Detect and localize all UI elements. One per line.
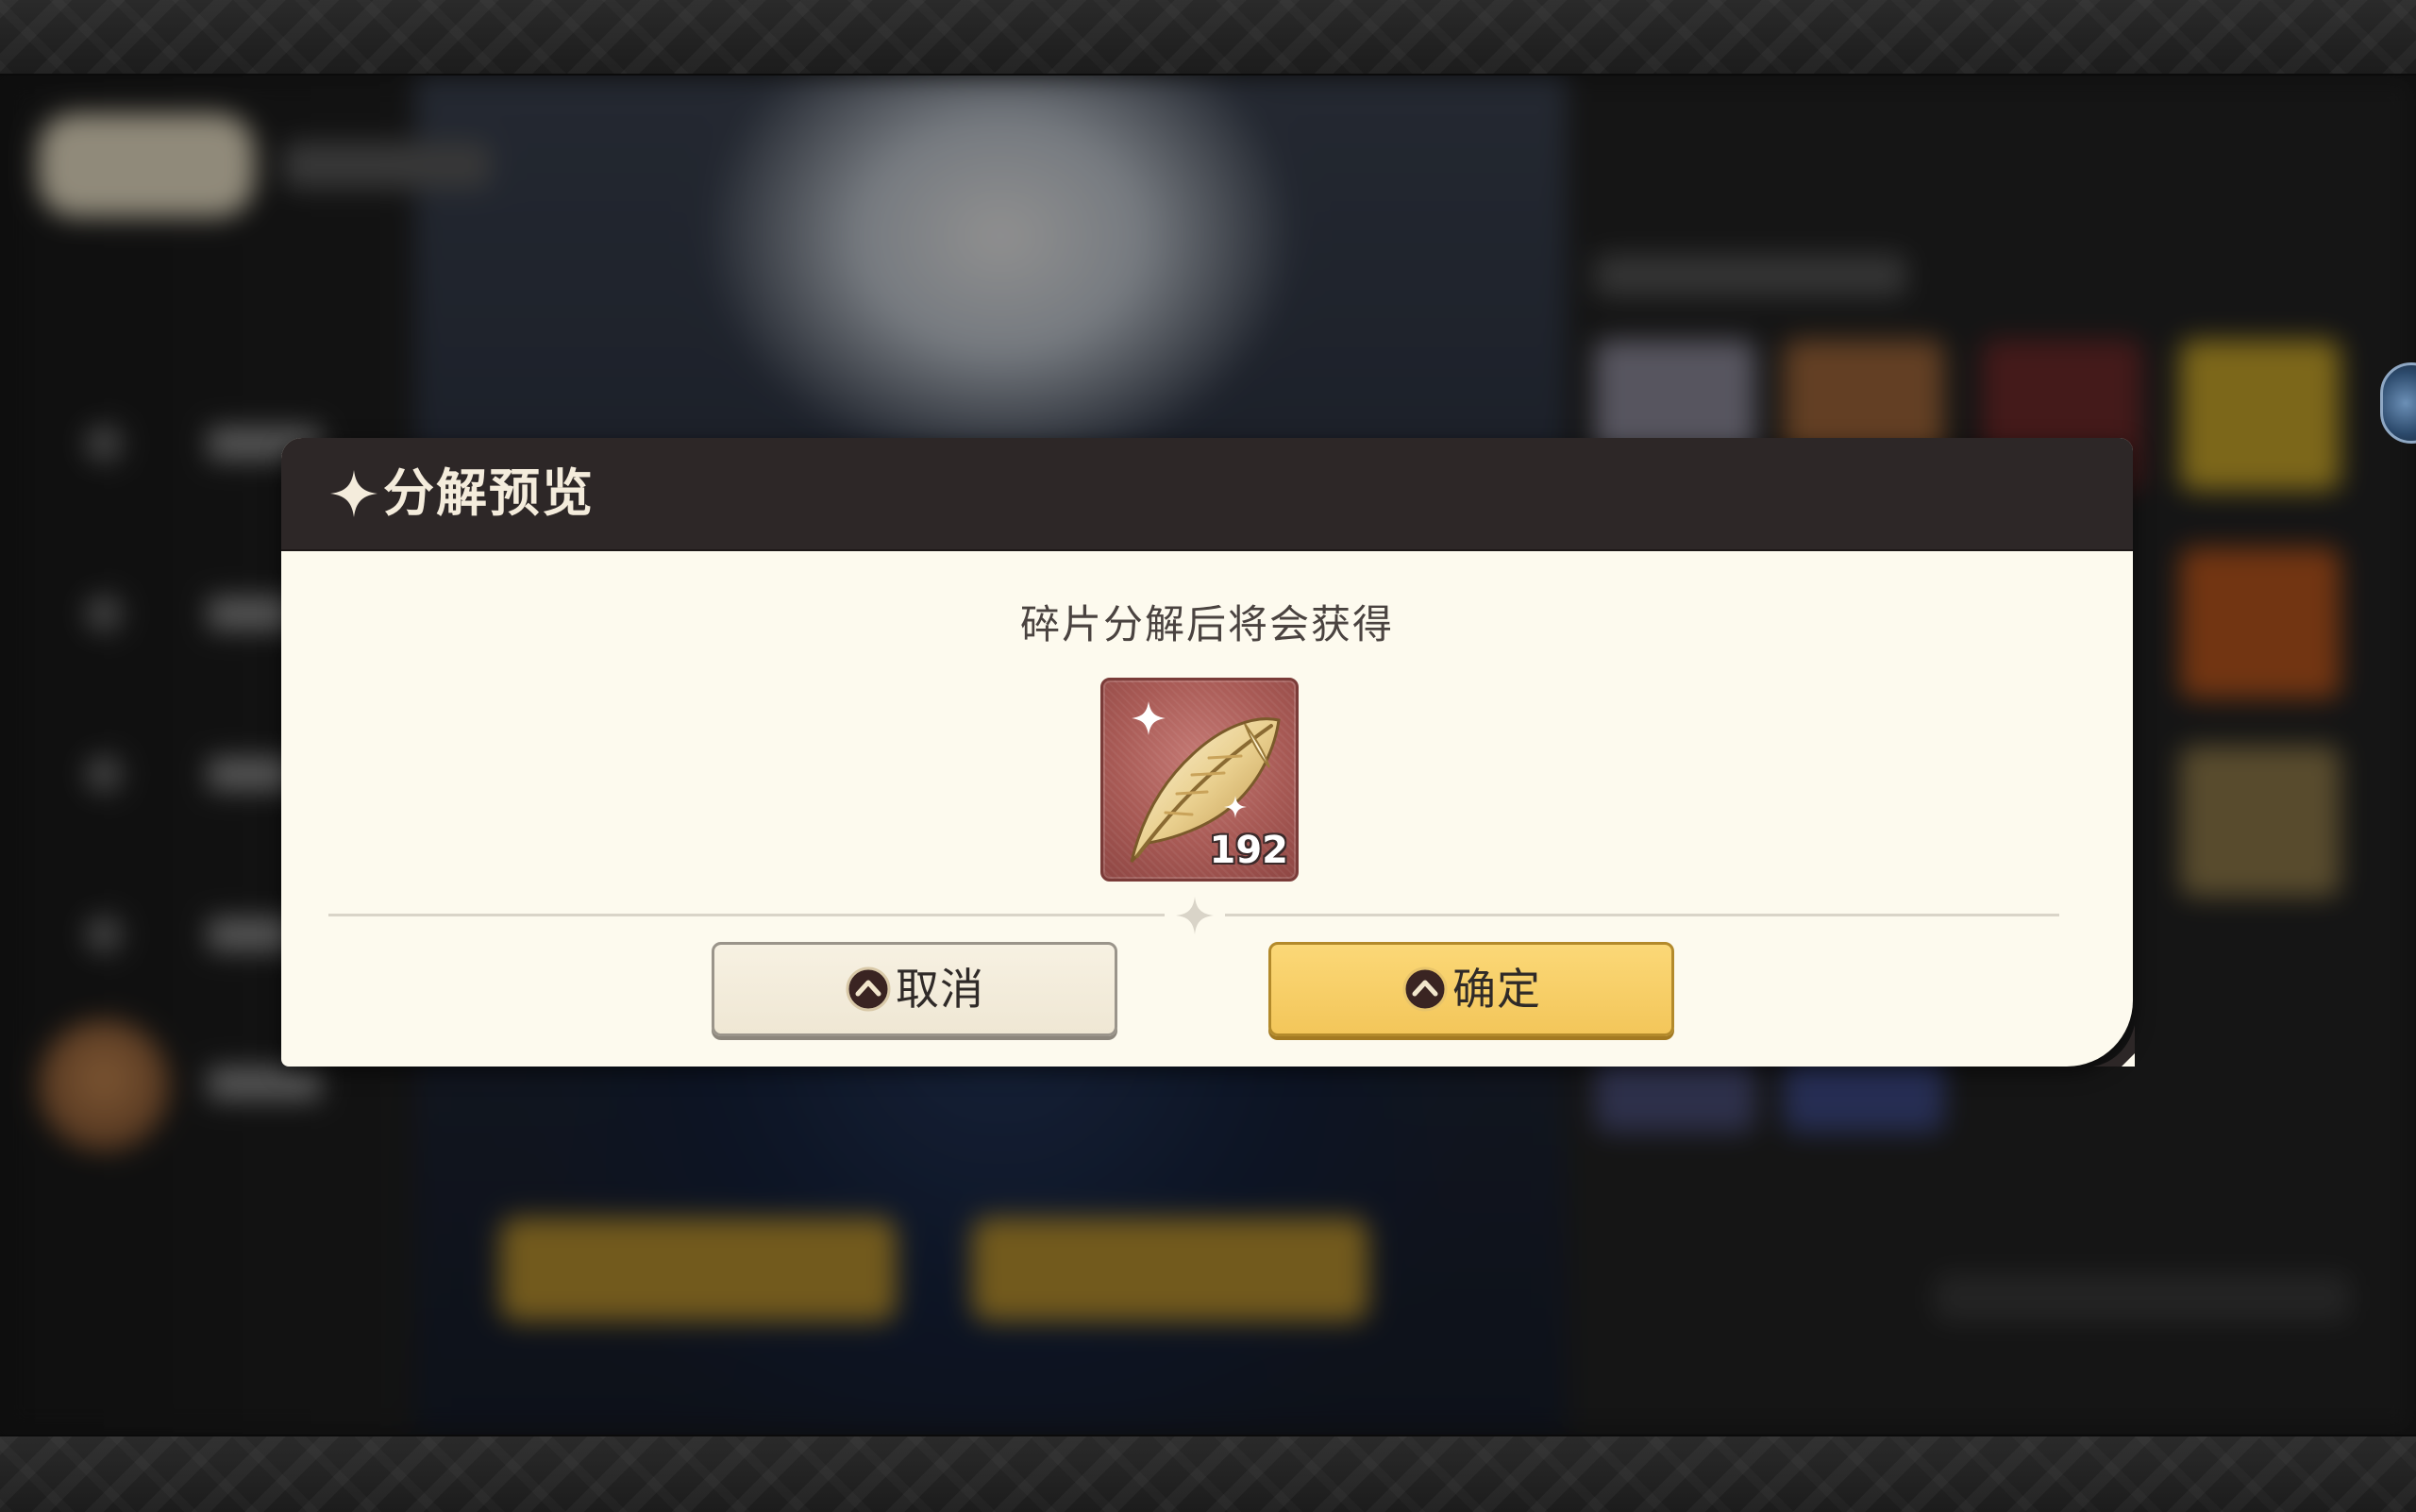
confirm-button-label: 确定 <box>1452 964 1541 1015</box>
divider-star-icon <box>1176 897 1214 934</box>
dialog-header: 分解预览 <box>281 438 2133 551</box>
cancel-button[interactable]: 取消 <box>712 942 1117 1036</box>
bottom-frame-bar <box>0 1435 2416 1512</box>
dialog-title: 分解预览 <box>383 462 595 523</box>
dialog-body: 分解预览 碎片分解后将会获得 192 取消 确定 <box>281 438 2133 1067</box>
cancel-button-label: 取消 <box>896 964 984 1015</box>
confirm-button[interactable]: 确定 <box>1268 942 1674 1036</box>
top-frame-bar <box>0 0 2416 76</box>
reward-item[interactable]: 192 <box>1100 678 1299 882</box>
sparkle-star-icon <box>330 470 378 517</box>
reward-count: 192 <box>1209 829 1289 872</box>
gamepad-button-icon <box>1402 966 1448 1012</box>
divider-right <box>1225 914 2059 916</box>
decompose-preview-dialog: 分解预览 碎片分解后将会获得 192 取消 确定 <box>279 438 2135 1067</box>
cancel-button-content: 取消 <box>714 945 1115 1033</box>
dialog-corner-accent <box>2093 1025 2135 1067</box>
confirm-button-content: 确定 <box>1271 945 1671 1033</box>
dialog-message: 碎片分解后将会获得 <box>1019 601 1394 647</box>
gamepad-button-icon <box>846 966 891 1012</box>
divider-left <box>328 914 1165 916</box>
